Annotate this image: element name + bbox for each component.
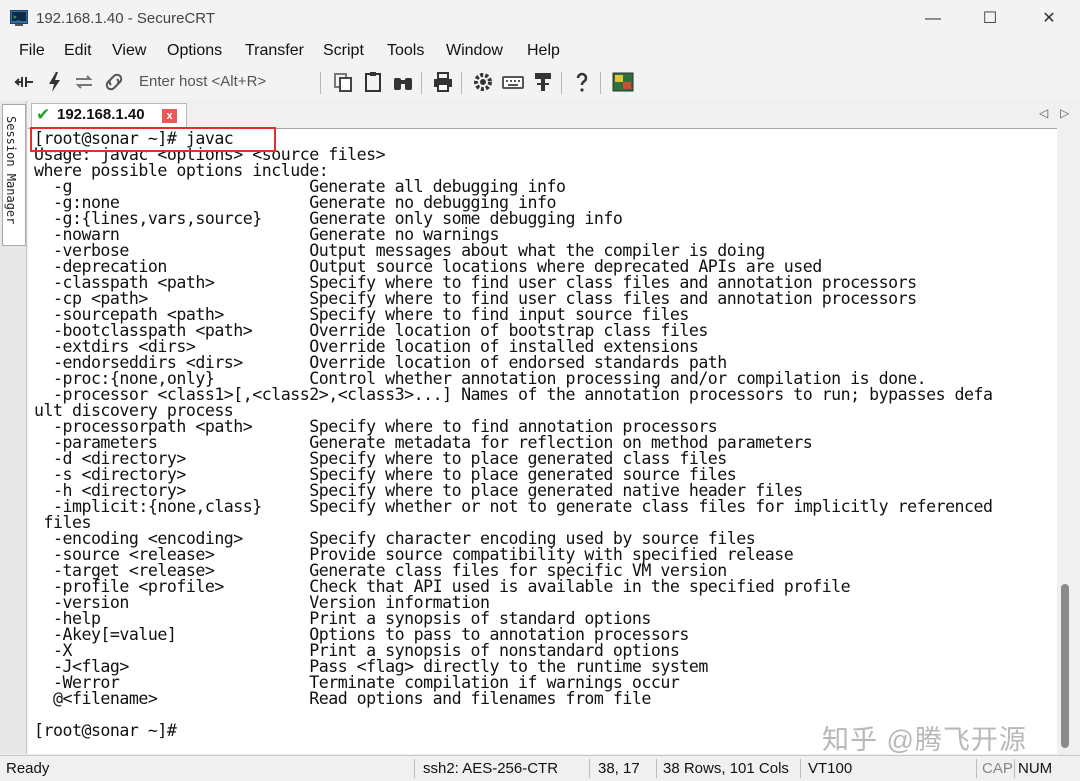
paste-icon[interactable] <box>361 70 385 94</box>
menu-transfer[interactable]: Transfer <box>245 42 304 60</box>
menu-help[interactable]: Help <box>527 42 560 60</box>
toolbar-separator <box>320 72 321 94</box>
minimize-icon: — <box>925 10 941 27</box>
toolbar-separator <box>600 72 601 94</box>
close-window-button[interactable]: ✕ <box>1026 0 1072 38</box>
sftp-icon[interactable] <box>531 70 555 94</box>
title-bar: >_ 192.168.1.40 - SecureCRT — ☐ ✕ <box>0 0 1080 38</box>
terminal-area[interactable]: [root@sonar ~]# javac Usage: javac <opti… <box>28 128 1057 754</box>
menu-file[interactable]: File <box>19 42 45 60</box>
copy-icon[interactable] <box>331 70 355 94</box>
quick-connect-icon[interactable] <box>43 70 67 94</box>
script-manager-icon[interactable] <box>611 70 635 94</box>
minimize-button[interactable]: — <box>910 0 956 38</box>
tab-session-label: 192.168.1.40 <box>57 106 145 123</box>
tab-scroll-left-icon[interactable]: ◁ <box>1039 106 1048 120</box>
status-separator <box>976 759 977 778</box>
status-separator <box>656 759 657 778</box>
keymap-icon[interactable] <box>501 70 525 94</box>
tab-close-icon[interactable]: x <box>162 109 177 123</box>
menu-view[interactable]: View <box>112 42 146 60</box>
help-icon[interactable] <box>570 70 594 94</box>
settings-gear-icon[interactable] <box>471 70 495 94</box>
toolbar: Enter host <Alt+R> <box>0 67 1080 99</box>
svg-text:>_: >_ <box>13 14 21 21</box>
toolbar-separator <box>461 72 462 94</box>
toolbar-separator <box>421 72 422 94</box>
disconnect-icon[interactable] <box>102 70 126 94</box>
window-title: 192.168.1.40 - SecureCRT <box>36 10 215 27</box>
status-num-lock: NUM <box>1018 760 1052 777</box>
connected-check-icon: ✔ <box>36 105 50 125</box>
connect-icon[interactable] <box>12 70 36 94</box>
toolbar-separator <box>561 72 562 94</box>
status-emulation: VT100 <box>808 760 852 777</box>
status-separator <box>414 759 415 778</box>
menu-tools[interactable]: Tools <box>387 42 424 60</box>
status-cursor-position: 38, 17 <box>598 760 640 777</box>
close-icon: ✕ <box>1042 10 1055 27</box>
status-caps-lock: CAP <box>982 760 1013 777</box>
status-separator <box>1014 759 1015 778</box>
maximize-button[interactable]: ☐ <box>967 0 1013 38</box>
command-highlight-box <box>30 127 276 152</box>
status-ready: Ready <box>6 760 49 777</box>
menu-options[interactable]: Options <box>167 42 222 60</box>
find-icon[interactable] <box>391 70 415 94</box>
print-icon[interactable] <box>431 70 455 94</box>
terminal-line: @<filename> Read options and filenames f… <box>34 689 651 708</box>
tab-scroll-right-icon[interactable]: ▷ <box>1060 106 1069 120</box>
status-cipher: ssh2: AES-256-CTR <box>423 760 558 777</box>
maximize-icon: ☐ <box>983 10 997 27</box>
status-separator <box>800 759 801 778</box>
menu-window[interactable]: Window <box>446 42 503 60</box>
status-terminal-size: 38 Rows, 101 Cols <box>663 760 789 777</box>
securecrt-app-icon: >_ <box>10 10 28 26</box>
menu-bar: File Edit View Options Transfer Script T… <box>0 38 1080 66</box>
reconnect-icon[interactable] <box>72 70 96 94</box>
terminal-output: [root@sonar ~]# javac Usage: javac <opti… <box>34 131 993 739</box>
menu-edit[interactable]: Edit <box>64 42 92 60</box>
status-separator <box>589 759 590 778</box>
watermark: 知乎 @腾飞开源 <box>822 718 1027 757</box>
scrollbar-thumb[interactable] <box>1061 584 1069 748</box>
terminal-line: [root@sonar ~]# <box>34 721 176 740</box>
session-manager-label: Session Manager <box>4 116 18 224</box>
terminal-line: -implicit:{none,class} Specify whether o… <box>34 497 993 516</box>
status-bar: Ready ssh2: AES-256-CTR 38, 17 38 Rows, … <box>0 755 1080 781</box>
menu-script[interactable]: Script <box>323 42 364 60</box>
enter-host-field[interactable]: Enter host <Alt+R> <box>139 73 266 90</box>
